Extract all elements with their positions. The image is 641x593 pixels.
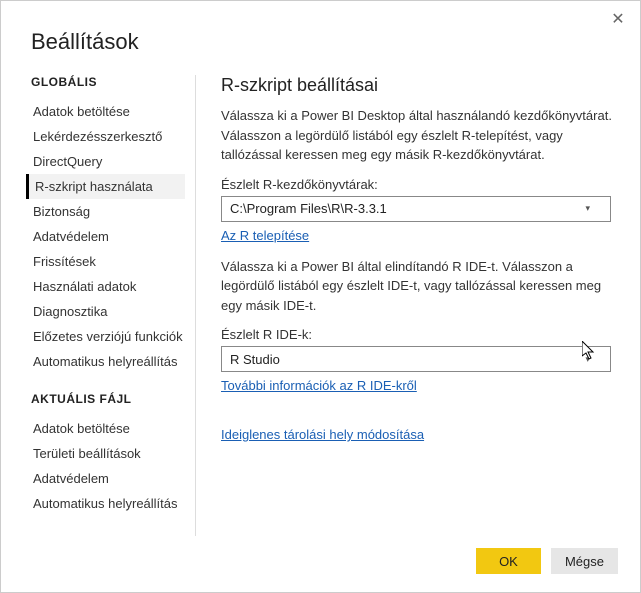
sidebar-item-preview-features[interactable]: Előzetes verziójú funkciók [29,324,185,349]
sidebar-item-current-privacy[interactable]: Adatvédelem [29,466,185,491]
chevron-down-icon: ▾ [585,203,590,214]
sidebar-item-auto-recovery[interactable]: Automatikus helyreállítás [29,349,185,374]
cancel-button[interactable]: Mégse [551,548,618,574]
r-home-select[interactable]: C:\Program Files\R\R-3.3.1 ▾ [221,196,611,222]
sidebar: GLOBÁLIS Adatok betöltése Lekérdezésszer… [31,75,196,536]
r-ide-select[interactable]: R Studio ▾ [221,346,611,372]
r-ide-info-link[interactable]: További információk az R IDE-kről [221,378,417,393]
dialog-title: Beállítások [1,1,640,75]
main-panel: R-szkript beállításai Válassza ki a Powe… [196,75,640,536]
sidebar-item-directquery[interactable]: DirectQuery [29,149,185,174]
sidebar-item-privacy[interactable]: Adatvédelem [29,224,185,249]
r-ide-description: Válassza ki a Power BI által elindítandó… [221,257,615,316]
sidebar-item-diagnostics[interactable]: Diagnosztika [29,299,185,324]
sidebar-item-security[interactable]: Biztonság [29,199,185,224]
install-r-link[interactable]: Az R telepítése [221,228,309,243]
chevron-down-icon: ▾ [585,354,590,365]
r-home-value: C:\Program Files\R\R-3.3.1 [230,201,387,216]
sidebar-section-current: AKTUÁLIS FÁJL [31,392,185,406]
r-ide-value: R Studio [230,352,280,367]
close-icon[interactable]: ✕ [608,9,628,29]
panel-title: R-szkript beállításai [221,75,615,96]
sidebar-item-usage-data[interactable]: Használati adatok [29,274,185,299]
r-home-label: Észlelt R-kezdőkönyvtárak: [221,177,615,192]
sidebar-item-r-scripting[interactable]: R-szkript használata [26,174,185,199]
sidebar-item-current-auto-recovery[interactable]: Automatikus helyreállítás [29,491,185,516]
dialog-button-bar: OK Mégse [1,536,640,592]
sidebar-item-updates[interactable]: Frissítések [29,249,185,274]
sidebar-section-global: GLOBÁLIS [31,75,185,89]
sidebar-item-query-editor[interactable]: Lekérdezésszerkesztő [29,124,185,149]
ok-button[interactable]: OK [476,548,541,574]
sidebar-item-regional[interactable]: Területi beállítások [29,441,185,466]
r-home-description: Válassza ki a Power BI Desktop által has… [221,106,615,165]
temp-storage-link[interactable]: Ideiglenes tárolási hely módosítása [221,427,424,442]
r-ide-label: Észlelt R IDE-k: [221,327,615,342]
settings-dialog: ✕ Beállítások GLOBÁLIS Adatok betöltése … [0,0,641,593]
sidebar-item-current-data-load[interactable]: Adatok betöltése [29,416,185,441]
sidebar-item-data-load[interactable]: Adatok betöltése [29,99,185,124]
